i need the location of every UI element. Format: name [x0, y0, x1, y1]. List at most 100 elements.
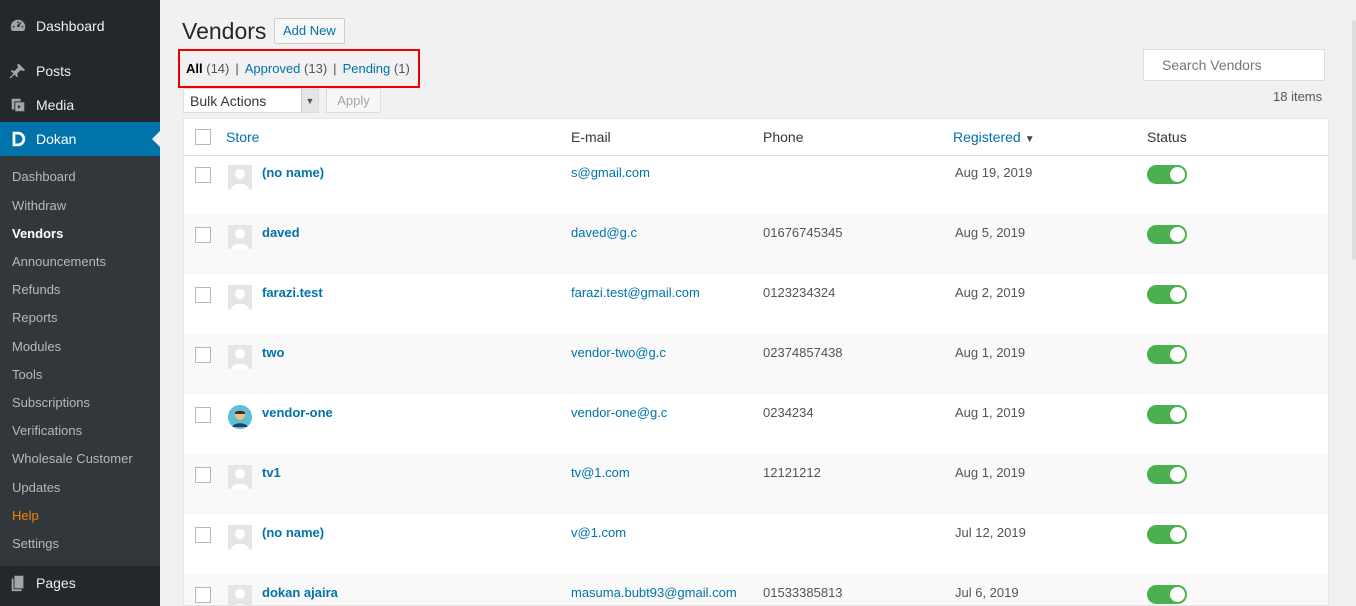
menu-label: Dokan	[36, 131, 77, 147]
dokan-submenu: Dashboard Withdraw Vendors Announcements…	[0, 156, 160, 566]
store-name-link[interactable]: farazi.test	[262, 285, 323, 300]
phone-text: 0123234324	[763, 285, 836, 300]
toggle-knob	[1170, 227, 1185, 242]
row-checkbox[interactable]	[195, 407, 211, 423]
submenu-wholesale-customer[interactable]: Wholesale Customer	[12, 449, 133, 469]
submenu-tools[interactable]: Tools	[12, 365, 42, 385]
row-checkbox[interactable]	[195, 167, 211, 183]
row-checkbox[interactable]	[195, 347, 211, 363]
email-link[interactable]: farazi.test@gmail.com	[571, 285, 700, 300]
status-toggle[interactable]	[1147, 465, 1187, 484]
registered-date: Aug 1, 2019	[955, 405, 1026, 420]
registered-date: Aug 1, 2019	[955, 345, 1026, 360]
store-name-link[interactable]: dokan ajaira	[262, 585, 338, 600]
submenu-help[interactable]: Help	[12, 506, 39, 526]
dokan-logo-icon	[0, 130, 36, 148]
search-vendors-input[interactable]: Search Vendors	[1143, 49, 1325, 81]
registered-date: Aug 1, 2019	[955, 465, 1026, 480]
phone-text: 01533385813	[763, 585, 843, 600]
apply-button[interactable]: Apply	[326, 88, 381, 113]
menu-label: Posts	[36, 63, 72, 79]
menu-label: Dashboard	[36, 18, 105, 34]
bulk-actions-select[interactable]: Bulk Actions ▼	[183, 88, 319, 113]
table-row: dokan ajaira masuma.bubt93@gmail.com 01533…	[184, 575, 1328, 605]
email-link[interactable]: s@gmail.com	[571, 165, 650, 180]
scrollbar-thumb[interactable]	[1352, 20, 1356, 260]
chevron-down-icon[interactable]: ▼	[301, 89, 318, 112]
submenu-reports[interactable]: Reports	[12, 308, 58, 328]
row-checkbox[interactable]	[195, 527, 211, 543]
email-link[interactable]: tv@1.com	[571, 465, 630, 480]
filter-pending[interactable]: Pending	[343, 61, 391, 76]
status-toggle[interactable]	[1147, 525, 1187, 544]
store-name-link[interactable]: tv1	[262, 465, 281, 480]
submenu-updates[interactable]: Updates	[12, 478, 60, 498]
table-row: vendor-one vendor-one@g.c 0234234 Aug 1, 20…	[184, 395, 1328, 455]
column-status: Status	[1147, 129, 1187, 145]
menu-item-dokan[interactable]: Dokan	[0, 122, 160, 156]
column-store[interactable]: Store	[226, 129, 259, 145]
status-toggle[interactable]	[1147, 285, 1187, 304]
registered-date: Aug 5, 2019	[955, 225, 1026, 240]
submenu-dashboard[interactable]: Dashboard	[12, 167, 76, 187]
phone-text: 12121212	[763, 465, 821, 480]
toggle-knob	[1170, 287, 1185, 302]
row-checkbox[interactable]	[195, 227, 211, 243]
avatar-icon	[228, 465, 252, 489]
menu-item-posts[interactable]: Posts	[0, 54, 160, 88]
email-link[interactable]: daved@g.c	[571, 225, 637, 240]
phone-text: 0234234	[763, 405, 814, 420]
filter-all-count: (14)	[206, 61, 230, 76]
submenu-settings[interactable]: Settings	[12, 534, 59, 554]
status-toggle[interactable]	[1147, 585, 1187, 604]
table-row: two vendor-two@g.c 02374857438 Aug 1, 2019	[184, 335, 1328, 395]
status-toggle[interactable]	[1147, 225, 1187, 244]
filter-all[interactable]: All	[186, 61, 203, 76]
registered-date: Jul 12, 2019	[955, 525, 1026, 540]
row-checkbox[interactable]	[195, 467, 211, 483]
submenu-refunds[interactable]: Refunds	[12, 280, 60, 300]
phone-text: 01676745345	[763, 225, 843, 240]
submenu-vendors[interactable]: Vendors	[12, 224, 63, 244]
current-menu-arrow	[152, 131, 160, 147]
menu-item-dashboard[interactable]: Dashboard	[0, 9, 160, 43]
main-content: Vendors Add New All (14) | Approved (13)…	[160, 0, 1356, 606]
filter-separator: |	[333, 61, 337, 76]
pin-icon	[0, 62, 36, 80]
menu-label: Pages	[36, 575, 76, 591]
submenu-announcements[interactable]: Announcements	[12, 252, 106, 272]
submenu-withdraw[interactable]: Withdraw	[12, 196, 66, 216]
dashboard-icon	[0, 17, 36, 35]
media-icon	[0, 96, 36, 114]
status-toggle[interactable]	[1147, 345, 1187, 364]
filter-approved[interactable]: Approved	[245, 61, 301, 76]
menu-item-media[interactable]: Media	[0, 88, 160, 122]
table-row: tv1 tv@1.com 12121212 Aug 1, 2019	[184, 455, 1328, 515]
row-checkbox[interactable]	[195, 287, 211, 303]
email-link[interactable]: masuma.bubt93@gmail.com	[571, 585, 737, 600]
avatar-icon	[228, 225, 252, 249]
store-name-link[interactable]: (no name)	[262, 165, 324, 180]
registered-date: Jul 6, 2019	[955, 585, 1019, 600]
email-link[interactable]: vendor-two@g.c	[571, 345, 666, 360]
menu-item-pages[interactable]: Pages	[0, 566, 160, 600]
store-name-link[interactable]: daved	[262, 225, 300, 240]
submenu-modules[interactable]: Modules	[12, 337, 61, 357]
add-new-button[interactable]: Add New	[274, 18, 345, 44]
store-name-link[interactable]: vendor-one	[262, 405, 333, 420]
column-phone: Phone	[763, 129, 804, 145]
status-toggle[interactable]	[1147, 405, 1187, 424]
status-toggle[interactable]	[1147, 165, 1187, 184]
email-link[interactable]: v@1.com	[571, 525, 626, 540]
row-checkbox[interactable]	[195, 587, 211, 603]
column-registered[interactable]: Registered ▼	[953, 129, 1035, 145]
submenu-subscriptions[interactable]: Subscriptions	[12, 393, 90, 413]
select-all-checkbox[interactable]	[195, 129, 211, 145]
avatar-icon	[228, 345, 252, 369]
toggle-knob	[1170, 527, 1185, 542]
store-name-link[interactable]: two	[262, 345, 284, 360]
email-link[interactable]: vendor-one@g.c	[571, 405, 667, 420]
submenu-verifications[interactable]: Verifications	[12, 421, 82, 441]
store-name-link[interactable]: (no name)	[262, 525, 324, 540]
table-row: farazi.test farazi.test@gmail.com 01232343…	[184, 275, 1328, 335]
